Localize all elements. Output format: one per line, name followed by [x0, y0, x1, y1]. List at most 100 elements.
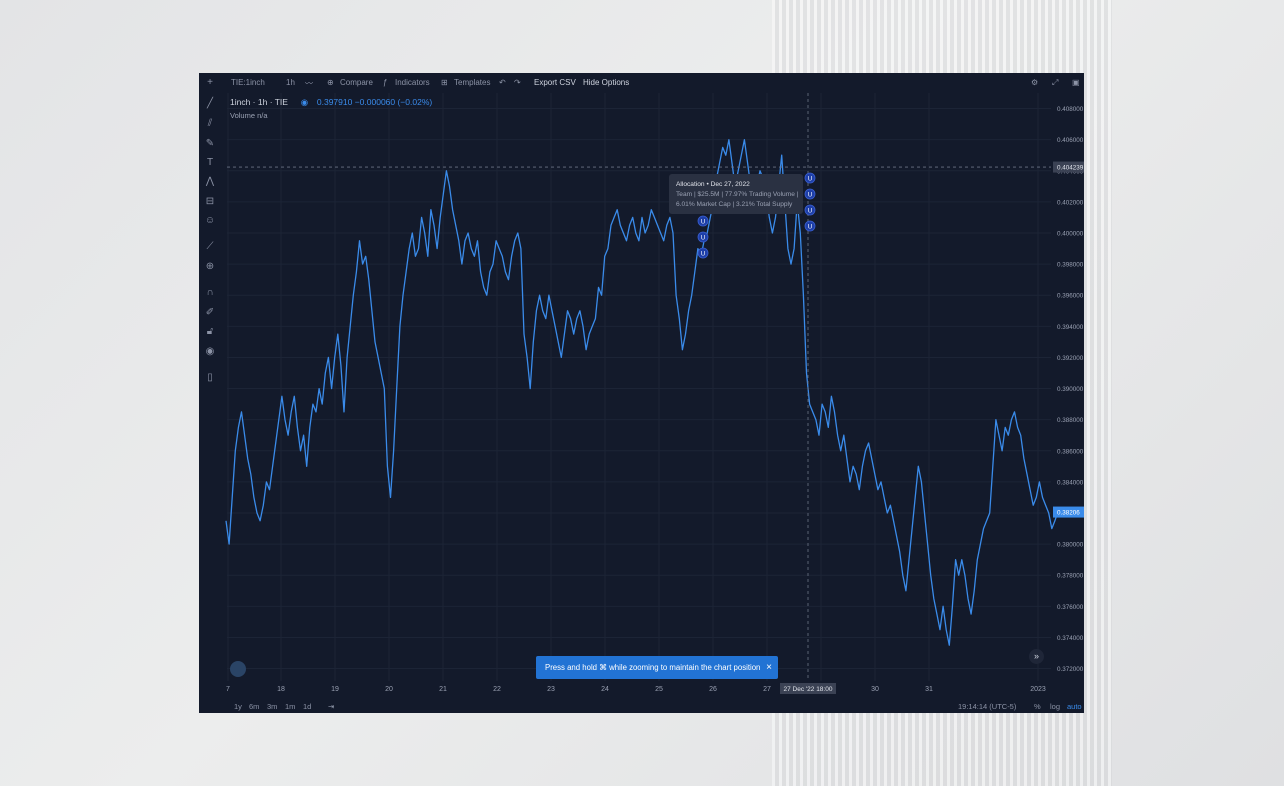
tooltip-title: Allocation — [676, 181, 705, 188]
pencil-lock-icon[interactable]: ✐ — [203, 306, 217, 320]
log-toggle[interactable]: log — [1050, 702, 1060, 711]
range-1m[interactable]: 1m — [285, 702, 295, 711]
x-tick-label: 19 — [331, 686, 339, 693]
templates-button[interactable]: Templates — [454, 78, 490, 87]
indicators-icon[interactable]: ƒ — [383, 78, 387, 87]
tooltip-line-2: 6.01% Market Cap | 3.21% Total Supply — [676, 201, 793, 208]
prediction-icon[interactable]: ⊟ — [203, 195, 217, 209]
top-toolbar: + TIE:1inch 1h 〰 ⊕ Compare ƒ Indicators … — [199, 73, 1084, 93]
y-tick-label: 0.384000 — [1057, 479, 1084, 486]
x-tick-label: 22 — [493, 686, 501, 693]
chart-panel: 0.4080000.4060000.4040000.4020000.400000… — [199, 73, 1084, 713]
y-tick-label: 0.376000 — [1057, 604, 1084, 611]
indicators-button[interactable]: Indicators — [395, 78, 430, 87]
range-3m[interactable]: 3m — [267, 702, 277, 711]
brush-icon[interactable]: ✎ — [203, 137, 217, 151]
y-tick-label: 0.372000 — [1057, 666, 1084, 673]
x-tick-label: 20 — [385, 686, 393, 693]
legend-dot-icon: ◉ — [300, 97, 309, 107]
x-tick-label: 26 — [709, 686, 717, 693]
price-line — [225, 139, 1059, 646]
y-tick-label: 0.380000 — [1057, 542, 1084, 549]
range-6m[interactable]: 6m — [249, 702, 259, 711]
settings-icon[interactable]: ⚙ — [1031, 78, 1038, 87]
text-icon[interactable]: T — [203, 156, 217, 170]
x-tick-label: 24 — [601, 686, 609, 693]
auto-toggle[interactable]: auto — [1067, 702, 1082, 711]
event-marker-letter: U — [701, 235, 705, 241]
clock-time: 19:14:14 (UTC-5) — [958, 702, 1017, 711]
eye-icon[interactable]: ◉ — [203, 345, 217, 359]
y-tick-label: 0.388000 — [1057, 417, 1084, 424]
crosshair-x-label: 27 Dec '22 18:00 — [784, 686, 833, 693]
legend-title: 1inch · 1h · TIE — [230, 97, 288, 107]
ruler-icon[interactable]: ⟋ — [203, 240, 217, 254]
legend-change: −0.000060 (−0.02%) — [354, 97, 433, 107]
range-1y[interactable]: 1y — [234, 702, 242, 711]
y-tick-label: 0.408000 — [1057, 106, 1084, 113]
scroll-to-realtime-icon[interactable]: » — [1029, 649, 1044, 664]
trash-icon[interactable]: ▯ — [203, 371, 217, 385]
y-tick-label: 0.398000 — [1057, 262, 1084, 269]
camera-icon[interactable]: ▣ — [1072, 78, 1080, 87]
last-price-label: 0.38206 — [1057, 510, 1080, 517]
symbol-button[interactable]: TIE:1inch — [231, 78, 265, 87]
compare-icon[interactable]: ⊕ — [327, 78, 334, 87]
y-tick-label: 0.392000 — [1057, 355, 1084, 362]
volume-legend: Volume n/a — [230, 111, 268, 120]
volume-label: Volume — [230, 111, 256, 120]
zoom-in-icon[interactable]: ⊕ — [203, 260, 217, 274]
y-tick-label: 0.406000 — [1057, 137, 1084, 144]
event-marker-letter: U — [701, 219, 705, 225]
tradingview-logo-icon[interactable] — [230, 661, 246, 677]
toast-text: Press and hold ⌘ while zooming to mainta… — [545, 663, 761, 672]
x-tick-label: 27 — [763, 686, 771, 693]
x-tick-label: 30 — [871, 686, 879, 693]
fullscreen-icon[interactable]: ⤢ — [1052, 78, 1058, 88]
y-tick-label: 0.378000 — [1057, 573, 1084, 580]
trend-line-icon[interactable]: ╱ — [203, 97, 217, 111]
event-marker-letter: U — [808, 224, 812, 230]
y-tick-label: 0.400000 — [1057, 231, 1084, 238]
y-tick-label: 0.374000 — [1057, 635, 1084, 642]
fib-icon[interactable]: ⫽ — [203, 117, 217, 131]
event-marker-letter: U — [808, 192, 812, 198]
redo-icon[interactable]: ↷ — [514, 78, 521, 87]
close-icon[interactable]: × — [766, 656, 772, 679]
left-drawing-toolbar: ╱ ⫽ ✎ T ⋀ ⊟ ☺ ⟋ ⊕ ∩ ✐ 🔓︎ ◉ ▯ — [199, 73, 221, 693]
crosshair-y-label: 0.404239 — [1057, 165, 1084, 172]
x-tick-label: 2023 — [1030, 686, 1046, 693]
event-marker-letter: U — [808, 208, 812, 214]
y-tick-label: 0.394000 — [1057, 324, 1084, 331]
x-tick-label: 21 — [439, 686, 447, 693]
interval-button[interactable]: 1h — [286, 78, 295, 87]
goto-date-icon[interactable]: ⇥ — [328, 702, 334, 711]
y-tick-label: 0.396000 — [1057, 293, 1084, 300]
magnet-icon[interactable]: ∩ — [203, 286, 217, 300]
templates-icon[interactable]: ⊞ — [441, 78, 448, 87]
chart-type-icon[interactable]: 〰 — [305, 78, 313, 89]
symbol-legend: 1inch · 1h · TIE ◉ 0.397910 −0.000060 (−… — [230, 97, 432, 108]
bottom-toolbar: 1y 6m 3m 1m 1d ⇥ 19:14:14 (UTC-5) % log … — [199, 700, 1084, 713]
pattern-icon[interactable]: ⋀ — [203, 175, 217, 189]
lock-icon[interactable]: 🔓︎ — [203, 325, 217, 339]
x-tick-label: 23 — [547, 686, 555, 693]
undo-icon[interactable]: ↶ — [499, 78, 506, 87]
range-1d[interactable]: 1d — [303, 702, 311, 711]
percent-toggle[interactable]: % — [1034, 702, 1041, 711]
emoji-icon[interactable]: ☺ — [203, 214, 217, 228]
tooltip-date: Dec 27, 2022 — [710, 181, 750, 188]
x-tick-label: 18 — [277, 686, 285, 693]
price-chart[interactable]: 0.4080000.4060000.4040000.4020000.400000… — [199, 73, 1084, 713]
y-tick-label: 0.386000 — [1057, 448, 1084, 455]
volume-value: n/a — [257, 111, 268, 120]
export-csv-button[interactable]: Export CSV — [534, 78, 576, 87]
event-marker-letter: U — [701, 251, 705, 257]
x-tick-label: 31 — [925, 686, 933, 693]
compare-button[interactable]: Compare — [340, 78, 373, 87]
zoom-hint-toast: Press and hold ⌘ while zooming to mainta… — [536, 656, 778, 679]
hide-options-button[interactable]: Hide Options — [583, 78, 629, 87]
event-tooltip: Allocation • Dec 27, 2022 Team | $25.5M … — [669, 174, 803, 214]
tooltip-line-1: Team | $25.5M | 77.97% Trading Volume | — [676, 191, 799, 198]
legend-price: 0.397910 — [316, 97, 353, 107]
